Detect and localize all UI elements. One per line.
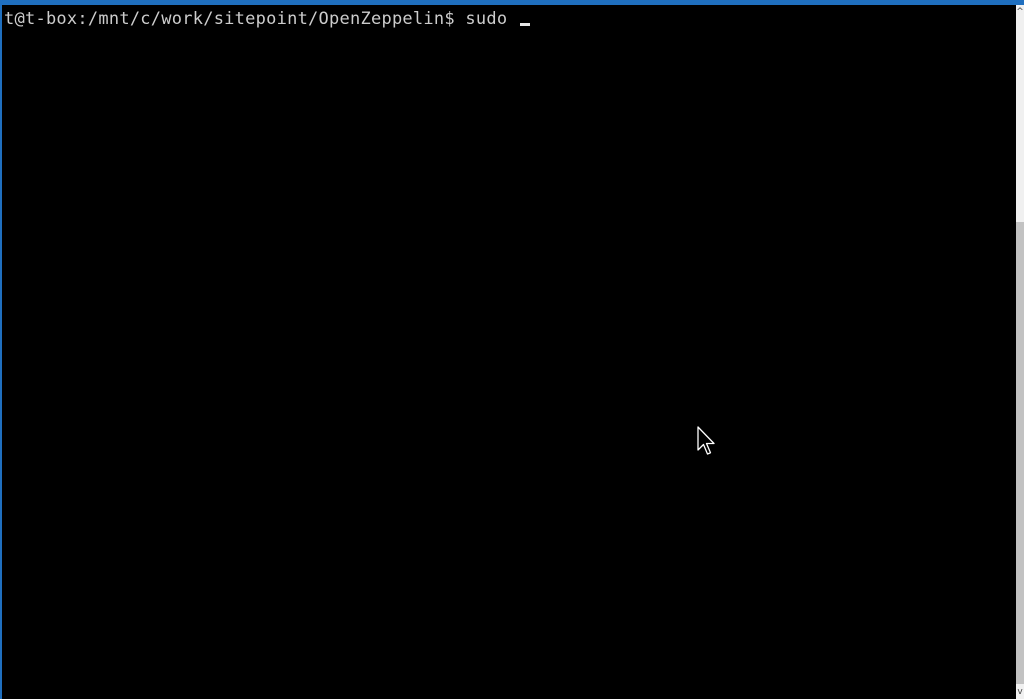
text-cursor [519, 23, 530, 26]
mouse-pointer-arrow-icon [697, 426, 715, 455]
shell-prompt: t@t-box:/mnt/c/work/sitepoint/OpenZeppel… [4, 9, 455, 29]
scroll-up-arrow-icon[interactable]: ^ [1016, 5, 1024, 19]
terminal-window[interactable]: t@t-box:/mnt/c/work/sitepoint/OpenZeppel… [0, 0, 1024, 699]
terminal-output-area[interactable]: t@t-box:/mnt/c/work/sitepoint/OpenZeppel… [2, 5, 1016, 699]
scrollbar-thumb[interactable] [1016, 222, 1024, 684]
typed-command: sudo [465, 9, 508, 29]
scroll-down-arrow-icon[interactable]: v [1016, 685, 1024, 699]
command-line[interactable]: t@t-box:/mnt/c/work/sitepoint/OpenZeppel… [4, 9, 530, 29]
